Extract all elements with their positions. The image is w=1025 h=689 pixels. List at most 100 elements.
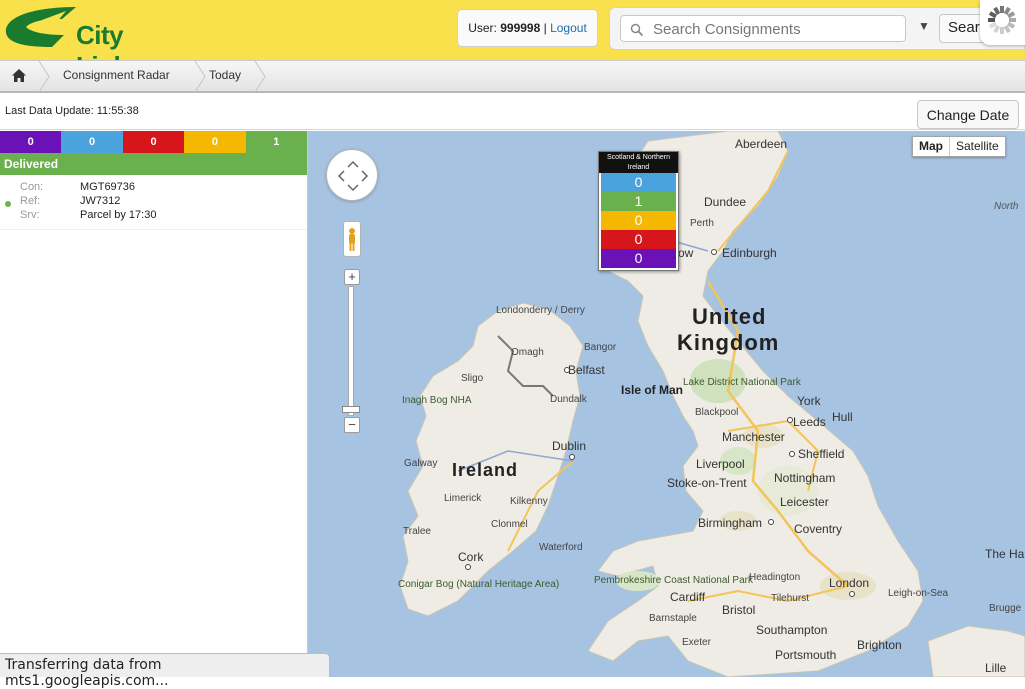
map-label-york: York [797, 394, 821, 408]
con-value: MGT69736 [80, 181, 136, 193]
logout-link[interactable]: Logout [550, 21, 587, 35]
map-type-map-button[interactable]: Map [913, 137, 950, 156]
map-label-pembrokeshire: Pembrokeshire Coast National Park [594, 575, 753, 586]
user-id: 999998 [500, 21, 541, 35]
city-marker-birmingham [768, 519, 774, 525]
header: City Link User: 999998 | Logout ▼ Search [0, 0, 1025, 81]
city-marker-sheffield [789, 451, 795, 457]
region-count-box[interactable]: Scotland & Northern Ireland 0 1 0 0 0 [598, 151, 679, 271]
city-marker-cork [465, 564, 471, 570]
map-label-north-sea: North [994, 201, 1019, 212]
map-label-leicester: Leicester [780, 495, 829, 509]
region-count-yellow: 0 [601, 211, 676, 230]
city-marker-belfast [564, 367, 570, 373]
logo-swoosh-icon [5, 7, 77, 47]
user-box: User: 999998 | Logout [457, 9, 598, 47]
map-label-lake-district: Lake District National Park [683, 377, 801, 388]
map-label-sheffield: Sheffield [798, 447, 845, 461]
region-count-red: 0 [601, 230, 676, 249]
map-label-aberdeen: Aberdeen [735, 137, 788, 151]
map-label-glasgow: ow [678, 246, 694, 260]
map-label-brighton: Brighton [857, 638, 902, 652]
srv-value: Parcel by 17:30 [80, 209, 157, 221]
map-label-perth: Perth [690, 218, 714, 229]
consignment-panel: 0 0 0 0 1 Delivered Con: MGT69736 Ref: J… [0, 131, 308, 677]
city-marker-edinburgh [711, 249, 717, 255]
map-label-tilehurst: Tilehurst [771, 593, 809, 604]
region-count-green: 1 [601, 192, 676, 211]
city-marker-leeds [787, 417, 793, 423]
update-row: Last Data Update: 11:55:38 Change Date [0, 93, 1025, 130]
map-label-cork: Cork [458, 550, 484, 564]
pan-control[interactable] [326, 149, 378, 201]
status-dot-icon [5, 201, 11, 207]
zoom-slider[interactable] [348, 286, 354, 416]
map-label-tralee: Tralee [403, 526, 431, 537]
map-label-galway: Galway [404, 458, 438, 469]
map-label-exeter: Exeter [682, 637, 711, 648]
search-input[interactable] [651, 19, 905, 40]
breadcrumb: Consignment Radar Today [0, 60, 1025, 93]
map-label-london: London [829, 576, 870, 590]
search-field[interactable] [620, 15, 906, 42]
map-label-limerick: Limerick [444, 493, 482, 504]
count-green[interactable]: 1 [245, 131, 308, 153]
zoom-in-button[interactable]: + [344, 269, 360, 285]
map-label-liverpool: Liverpool [696, 457, 745, 471]
search-dropdown-icon[interactable]: ▼ [918, 19, 930, 33]
map-label-dundalk: Dundalk [550, 394, 587, 405]
pan-arrows-icon [337, 160, 369, 192]
map-label-southampton: Southampton [756, 623, 828, 637]
map-label-the-hague: The Ha [985, 547, 1025, 561]
search-icon [630, 23, 644, 37]
map[interactable]: Aberdeen Dundee Perth ow Edinburgh North… [308, 131, 1025, 677]
map-label-edinburgh: Edinburgh [722, 246, 777, 260]
region-title: Scotland & Northern Ireland [599, 152, 678, 173]
loading-spinner-icon [980, 0, 1025, 45]
map-label-leigh-on-sea: Leigh-on-Sea [888, 588, 949, 599]
home-icon[interactable] [11, 68, 27, 83]
street-view-pegman-icon[interactable] [343, 221, 361, 257]
map-label-coventry: Coventry [794, 522, 843, 536]
count-purple[interactable]: 0 [0, 131, 62, 153]
map-label-hull: Hull [832, 410, 853, 424]
map-label-lille: Lille [985, 661, 1007, 675]
map-label-manchester: Manchester [722, 430, 785, 444]
map-label-uk-line2: Kingdom [677, 330, 780, 355]
count-red[interactable]: 0 [122, 131, 185, 153]
breadcrumb-separator-icon [254, 61, 266, 92]
map-type-satellite-button[interactable]: Satellite [950, 137, 1005, 156]
browser-status-bar: Transferring data from mts1.googleapis.c… [0, 653, 330, 689]
city-link-logo[interactable]: City Link [4, 3, 174, 81]
list-item[interactable]: Con: MGT69736 Ref: JW7312 Srv: Parcel by… [0, 175, 307, 230]
zoom-out-button[interactable]: − [344, 417, 360, 433]
map-label-cardiff: Cardiff [670, 590, 706, 604]
map-label-birmingham: Birmingham [698, 516, 763, 530]
map-label-blackpool: Blackpool [695, 407, 739, 418]
region-count-blue: 0 [601, 173, 676, 192]
region-count-purple: 0 [601, 249, 676, 268]
status-counts: 0 0 0 0 1 [0, 131, 308, 153]
map-label-conigar: Conigar Bog (Natural Heritage Area) [398, 579, 560, 590]
breadcrumb-item-consignment-radar[interactable]: Consignment Radar [63, 61, 170, 92]
last-data-update: Last Data Update: 11:55:38 [5, 105, 139, 117]
map-label-waterford: Waterford [539, 542, 583, 553]
map-label-belfast: Belfast [568, 363, 605, 377]
city-marker-london [849, 591, 855, 597]
map-label-kilkenny: Kilkenny [510, 496, 548, 507]
count-blue[interactable]: 0 [61, 131, 123, 153]
map-label-headington: Headington [749, 572, 801, 583]
zoom-slider-handle[interactable] [342, 406, 360, 413]
ref-label: Ref: [20, 195, 41, 207]
srv-label: Srv: [20, 209, 40, 221]
map-label-londonderry: Londonderry / Derry [496, 305, 585, 316]
map-label-barnstaple: Barnstaple [649, 613, 697, 624]
status-header: Delivered [0, 153, 307, 175]
map-label-bristol: Bristol [722, 603, 756, 617]
breadcrumb-item-today[interactable]: Today [209, 61, 241, 92]
user-separator: | [543, 21, 547, 35]
change-date-button[interactable]: Change Date [917, 100, 1019, 129]
map-label-inagh: Inagh Bog NHA [402, 395, 472, 406]
ref-value: JW7312 [80, 195, 121, 207]
count-yellow[interactable]: 0 [184, 131, 246, 153]
